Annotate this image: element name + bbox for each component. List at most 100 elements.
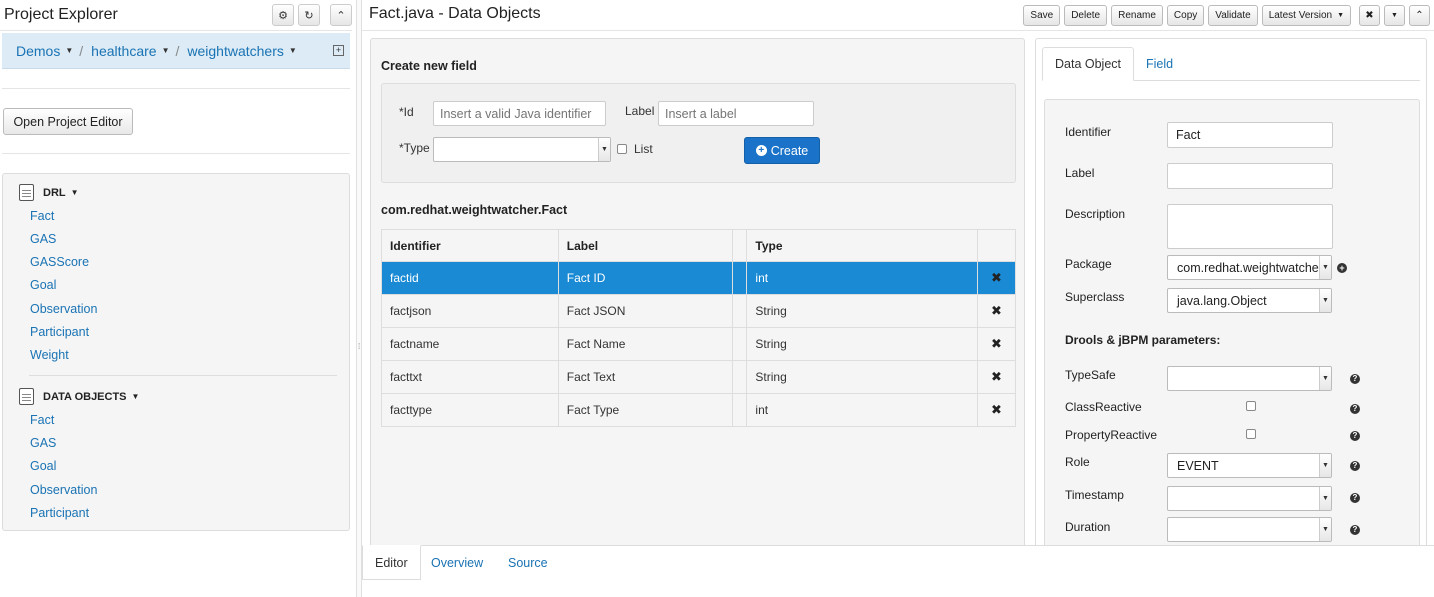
settings-button[interactable]: ⚙: [272, 4, 294, 26]
refresh-button[interactable]: ↻: [298, 4, 320, 26]
save-button[interactable]: Save: [1023, 5, 1061, 26]
duration-select[interactable]: ▼: [1167, 517, 1332, 542]
list-item[interactable]: Participant: [30, 506, 89, 520]
divider: [2, 88, 350, 89]
cell-type: String: [746, 360, 978, 394]
timestamp-select[interactable]: ▼: [1167, 486, 1332, 511]
delete-button[interactable]: Delete: [1064, 5, 1108, 26]
list-item[interactable]: Weight: [30, 348, 69, 362]
cell-spacer: [732, 360, 748, 394]
caret-down-icon[interactable]: ▼: [162, 46, 170, 55]
list-item[interactable]: Observation: [30, 483, 97, 497]
list-item[interactable]: Fact: [30, 209, 54, 223]
tab-data-object[interactable]: Data Object: [1042, 47, 1135, 81]
list-item[interactable]: GAS: [30, 232, 56, 246]
list-checkbox[interactable]: [617, 144, 627, 154]
list-item[interactable]: Goal: [30, 459, 56, 473]
list-item[interactable]: GAS: [30, 436, 56, 450]
help-icon[interactable]: ?: [1350, 525, 1360, 535]
cell-identifier: factid: [381, 261, 559, 295]
list-item[interactable]: Participant: [30, 325, 89, 339]
help-icon[interactable]: ?: [1350, 374, 1360, 384]
package-select[interactable]: com.redhat.weightwatcher ▼: [1167, 255, 1332, 280]
table-row[interactable]: facttxt Fact Text String ✖: [381, 360, 1016, 394]
cell-spacer: [732, 393, 748, 427]
identifier-input[interactable]: [1167, 122, 1333, 148]
list-item[interactable]: GASScore: [30, 255, 89, 269]
close-button[interactable]: ✖: [1359, 5, 1380, 26]
column-header-type[interactable]: Type: [746, 229, 978, 262]
rename-button[interactable]: Rename: [1111, 5, 1163, 26]
version-dropdown[interactable]: Latest Version ▼: [1261, 5, 1351, 26]
column-header-label[interactable]: Label: [557, 229, 734, 262]
caret-down-icon: ▼: [1319, 367, 1331, 390]
group-label: DATA OBJECTS: [43, 390, 127, 403]
delete-row-icon[interactable]: ✖: [977, 327, 1016, 361]
tab-field[interactable]: Field: [1134, 47, 1185, 81]
breadcrumb-project[interactable]: weightwatchers: [187, 43, 284, 59]
table-row[interactable]: facttype Fact Type int ✖: [381, 393, 1016, 427]
type-label: *Type: [399, 141, 430, 155]
help-icon[interactable]: ?: [1350, 404, 1360, 414]
type-select[interactable]: ▼: [433, 137, 611, 162]
cell-identifier: facttxt: [381, 360, 559, 394]
column-header-identifier[interactable]: Identifier: [381, 229, 559, 262]
typesafe-select[interactable]: ▼: [1167, 366, 1332, 391]
expand-icon[interactable]: +: [333, 45, 344, 56]
caret-down-icon[interactable]: ▼: [289, 46, 297, 55]
description-textarea[interactable]: [1167, 204, 1333, 249]
divider: [29, 375, 337, 376]
list-item[interactable]: Observation: [30, 302, 97, 316]
breadcrumb-organization[interactable]: Demos: [16, 43, 60, 59]
gear-icon: ⚙: [278, 9, 288, 22]
create-button[interactable]: + Create: [744, 137, 820, 164]
collapse-panel-button[interactable]: ⌃: [330, 4, 352, 26]
caret-down-icon[interactable]: ▼: [65, 46, 73, 55]
delete-row-icon[interactable]: ✖: [977, 294, 1016, 328]
more-menu-button[interactable]: ▼: [1384, 5, 1405, 26]
propertyreactive-label: PropertyReactive: [1065, 428, 1158, 442]
caret-down-icon: ▼: [1319, 256, 1331, 279]
delete-row-icon[interactable]: ✖: [977, 360, 1016, 394]
copy-button[interactable]: Copy: [1166, 5, 1205, 26]
group-data-objects[interactable]: DATA OBJECTS ▼: [19, 388, 139, 405]
caret-down-icon: ▼: [1337, 12, 1344, 19]
superclass-select[interactable]: java.lang.Object ▼: [1167, 288, 1332, 313]
caret-down-icon[interactable]: ▼: [132, 392, 140, 401]
table-row[interactable]: factname Fact Name String ✖: [381, 327, 1016, 361]
version-label: Latest Version: [1268, 10, 1333, 21]
cell-spacer: [732, 327, 748, 361]
tab-source[interactable]: Source: [496, 545, 560, 580]
label-input[interactable]: [1167, 163, 1333, 189]
caret-down-icon: ▼: [598, 138, 610, 161]
table-row[interactable]: factjson Fact JSON String ✖: [381, 294, 1016, 328]
tab-overview[interactable]: Overview: [419, 545, 495, 580]
class-name: com.redhat.weightwatcher.Fact: [381, 203, 568, 217]
id-input[interactable]: [433, 101, 606, 126]
label-input[interactable]: [658, 101, 814, 126]
propertyreactive-checkbox[interactable]: [1246, 429, 1256, 439]
collapse-editor-button[interactable]: ⌃: [1409, 5, 1430, 26]
close-icon: ✖: [1365, 10, 1374, 21]
editor-bottom-tabs: Editor Overview Source: [362, 545, 1434, 597]
add-package-icon[interactable]: +: [1337, 263, 1347, 273]
delete-row-icon[interactable]: ✖: [977, 261, 1016, 295]
caret-down-icon[interactable]: ▼: [71, 188, 79, 197]
breadcrumb-repository[interactable]: healthcare: [91, 43, 156, 59]
help-icon[interactable]: ?: [1350, 461, 1360, 471]
cell-label: Fact JSON: [557, 294, 734, 328]
group-drl[interactable]: DRL ▼: [19, 184, 79, 201]
list-item[interactable]: Fact: [30, 413, 54, 427]
validate-button[interactable]: Validate: [1208, 5, 1258, 26]
list-item[interactable]: Goal: [30, 278, 56, 292]
project-explorer-header: Project Explorer ⚙ ↻ ⌃: [0, 0, 352, 31]
delete-row-icon[interactable]: ✖: [977, 393, 1016, 427]
tab-editor[interactable]: Editor: [362, 545, 421, 580]
help-icon[interactable]: ?: [1350, 493, 1360, 503]
table-row[interactable]: factid Fact ID int ✖: [381, 261, 1016, 295]
role-select[interactable]: EVENT ▼: [1167, 453, 1332, 478]
classreactive-checkbox[interactable]: [1246, 401, 1256, 411]
typesafe-label: TypeSafe: [1065, 368, 1116, 382]
help-icon[interactable]: ?: [1350, 431, 1360, 441]
open-project-editor-button[interactable]: Open Project Editor: [3, 108, 133, 135]
